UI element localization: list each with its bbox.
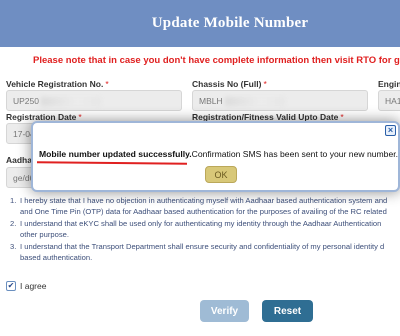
- vehicle-reg-value: UP250: [13, 96, 39, 106]
- verify-button[interactable]: Verify: [200, 300, 249, 322]
- agree-checkbox[interactable]: ✔: [6, 281, 16, 291]
- consent-text: I understand that eKYC shall be used onl…: [20, 219, 381, 240]
- success-dialog: × Mobile number updated successfully.Con…: [31, 121, 400, 192]
- success-message-rest: Confirmation SMS has been sent to your n…: [191, 149, 399, 159]
- success-message-bold: Mobile number updated successfully.: [39, 149, 192, 159]
- consent-text: I hereby state that I have no objection …: [20, 196, 387, 217]
- agree-row[interactable]: ✔ I agree: [6, 281, 46, 291]
- page-header: Update Mobile Number: [0, 0, 400, 47]
- check-icon: ✔: [7, 281, 15, 290]
- reset-button[interactable]: Reset: [262, 300, 313, 322]
- consent-line: and One Time Pin (OTP) data for Aadhaar …: [20, 206, 387, 216]
- engine-input[interactable]: HA1: [378, 90, 400, 111]
- redacted-blur: [224, 97, 285, 107]
- chassis-label: Chassis No (Full) *: [192, 79, 267, 89]
- consent-item: 3. I understand that the Transport Depar…: [10, 242, 400, 263]
- required-mark: *: [105, 79, 109, 89]
- chassis-value: MBLH: [199, 96, 223, 106]
- consent-item: 2. I understand that eKYC shall be used …: [10, 219, 400, 240]
- ok-button[interactable]: OK: [205, 166, 237, 183]
- consent-list: 1. I hereby state that I have no objecti…: [10, 196, 400, 266]
- update-mobile-page: Update Mobile Number Please note that in…: [0, 0, 400, 336]
- consent-text: I understand that the Transport Departme…: [20, 242, 384, 263]
- highlight-underline: [36, 161, 188, 165]
- consent-number: 1.: [10, 196, 17, 205]
- rto-notice: Please note that in case you don't have …: [33, 55, 400, 66]
- chassis-label-text: Chassis No (Full): [192, 79, 262, 89]
- vehicle-reg-label: Vehicle Registration No. *: [6, 79, 109, 89]
- consent-line: I hereby state that I have no objection …: [20, 196, 388, 205]
- engine-value: HA1: [385, 96, 400, 106]
- required-mark: *: [263, 79, 267, 89]
- consent-number: 2.: [10, 219, 17, 229]
- redacted-blur: [41, 97, 101, 107]
- engine-label: Engin: [378, 79, 400, 89]
- page-title: Update Mobile Number: [151, 15, 309, 31]
- consent-line: I understand that the Transport Departme…: [20, 242, 385, 252]
- vehicle-reg-label-text: Vehicle Registration No.: [6, 79, 104, 89]
- consent-line: based authentication.: [20, 252, 93, 262]
- vehicle-reg-input[interactable]: UP250: [6, 90, 182, 111]
- consent-item: 1. I hereby state that I have no objecti…: [10, 196, 400, 217]
- agree-label: I agree: [20, 281, 47, 291]
- consent-number: 3.: [10, 242, 17, 252]
- consent-line: other purpose.: [20, 229, 69, 239]
- success-message: Mobile number updated successfully.Confi…: [39, 149, 398, 159]
- chassis-input[interactable]: MBLH: [192, 90, 368, 111]
- consent-line: I understand that eKYC shall be used onl…: [20, 219, 382, 229]
- close-icon[interactable]: ×: [385, 125, 396, 136]
